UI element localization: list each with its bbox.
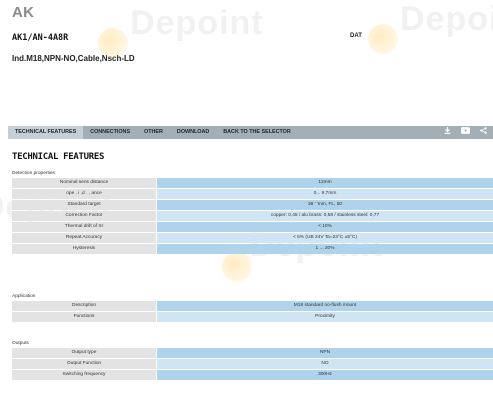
product-description: Ind.M18,NPN-NO,Cable,Nsch-LD: [12, 54, 135, 63]
row-value: 300Hz: [157, 370, 493, 380]
tab-technical-features[interactable]: TECHNICAL FEATURES: [8, 126, 84, 139]
nav-actions: [444, 126, 493, 139]
row-label: Output type: [12, 348, 156, 358]
table-row: ope . i ,d . , ance 0... 9,7mm: [12, 189, 493, 199]
group-detection-properties: Detection properties Nominal sens distan…: [12, 170, 493, 255]
group-label: Detection properties: [12, 171, 55, 176]
table-row: Output Function NO: [12, 359, 493, 369]
tab-connections[interactable]: CONNECTIONS: [83, 126, 137, 139]
group-application: Application Description M18 standard no-…: [12, 293, 493, 323]
watermark-dot: [368, 24, 398, 54]
row-value: 12mm: [157, 178, 493, 188]
row-value: < 10%: [157, 222, 493, 232]
youtube-icon[interactable]: [461, 126, 470, 139]
table-row: Standard target 36 ' 'mm, FL, 50: [12, 200, 493, 210]
watermark-text: Depoint: [130, 4, 264, 42]
row-value: 1 ... 20%: [157, 244, 493, 254]
row-value: < 5% (UB 24V Ta=23°C ±5°C): [157, 233, 493, 243]
row-label: Functions: [12, 312, 156, 322]
tab-other[interactable]: OTHER: [137, 126, 170, 139]
row-label: Switching frequency: [12, 370, 156, 380]
row-label: Standard target: [12, 200, 156, 210]
watermark-dot: [222, 252, 252, 282]
download-icon[interactable]: [444, 126, 451, 139]
row-label: ope . i ,d . , ance: [12, 189, 156, 199]
watermark-text: Depoint: [400, 0, 493, 38]
row-label: Repeat Accuracy: [12, 233, 156, 243]
row-value: NPN: [157, 348, 493, 358]
share-icon[interactable]: [480, 126, 487, 139]
table-row: Nominal sens distance 12mm: [12, 178, 493, 188]
row-label: Nominal sens distance: [12, 178, 156, 188]
product-code: AK1/AN-4A8R: [12, 33, 69, 43]
row-value: M18 standard no-flush mount: [157, 301, 493, 311]
table-row: Hysteresis 1 ... 20%: [12, 244, 493, 254]
section-title: TECHNICAL FEATURES: [12, 152, 105, 162]
group-label: Outputs: [12, 341, 29, 346]
row-label: Output Function: [12, 359, 156, 369]
row-value: NO: [157, 359, 493, 369]
group-outputs: Outputs Output type NPN Output Function …: [12, 340, 493, 381]
table-row: Description M18 standard no-flush mount: [12, 301, 493, 311]
row-label: Description: [12, 301, 156, 311]
group-label: Application: [12, 294, 36, 299]
row-label: Correction Factor: [12, 211, 156, 221]
row-value: 36 ' 'mm, FL, 50: [157, 200, 493, 210]
tab-navigation: TECHNICAL FEATURES CONNECTIONS OTHER DOW…: [8, 126, 493, 139]
row-label: Hysteresis: [12, 244, 156, 254]
brand-title: AK: [12, 4, 35, 21]
row-value: Proximity: [157, 312, 493, 322]
row-value: 0... 9,7mm: [157, 189, 493, 199]
table-row: Thermal drift of Sr < 10%: [12, 222, 493, 232]
tab-back-to-selector[interactable]: BACK TO THE SELECTOR: [216, 126, 298, 139]
row-value: copper: 0,45 / alu brass: 0,58 / stainle…: [157, 211, 493, 221]
table-row: Switching frequency 300Hz: [12, 370, 493, 380]
datasheet-label[interactable]: DAT: [350, 33, 362, 39]
table-row: Output type NPN: [12, 348, 493, 358]
tab-download[interactable]: DOWNLOAD: [170, 126, 216, 139]
table-row: Repeat Accuracy < 5% (UB 24V Ta=23°C ±5°…: [12, 233, 493, 243]
table-row: Functions Proximity: [12, 312, 493, 322]
row-label: Thermal drift of Sr: [12, 222, 156, 232]
table-row: Correction Factor copper: 0,45 / alu bra…: [12, 211, 493, 221]
